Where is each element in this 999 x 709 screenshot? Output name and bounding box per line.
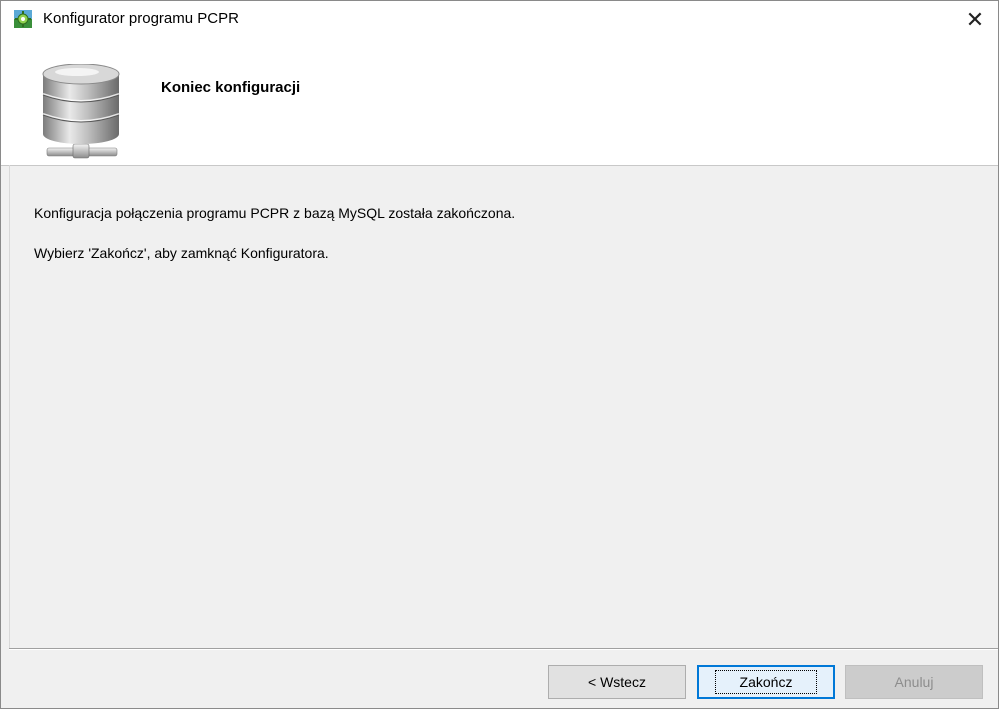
step-title: Koniec konfiguracji	[161, 79, 301, 96]
close-icon: ✕	[965, 6, 985, 32]
completion-message: Konfiguracja połączenia programu PCPR z …	[34, 205, 516, 221]
app-gear-icon	[14, 10, 32, 28]
instruction-message: Wybierz 'Zakończ', aby zamknąć Konfigura…	[34, 245, 329, 261]
cancel-button: Anuluj	[845, 665, 983, 699]
database-network-icon	[33, 63, 129, 166]
footer-divider-highlight	[9, 649, 998, 650]
close-button[interactable]: ✕	[952, 1, 998, 38]
wizard-header: Koniec konfiguracji	[1, 38, 998, 166]
finish-button[interactable]: Zakończ	[697, 665, 835, 699]
finish-button-label: Zakończ	[714, 670, 818, 694]
title-bar: Konfigurator programu PCPR ✕	[1, 1, 998, 38]
wizard-content: Konfiguracja połączenia programu PCPR z …	[1, 166, 998, 648]
configurator-window: Konfigurator programu PCPR ✕ Koniec konf…	[0, 0, 999, 709]
back-button[interactable]: < Wstecz	[548, 665, 686, 699]
window-title: Konfigurator programu PCPR	[43, 10, 239, 27]
